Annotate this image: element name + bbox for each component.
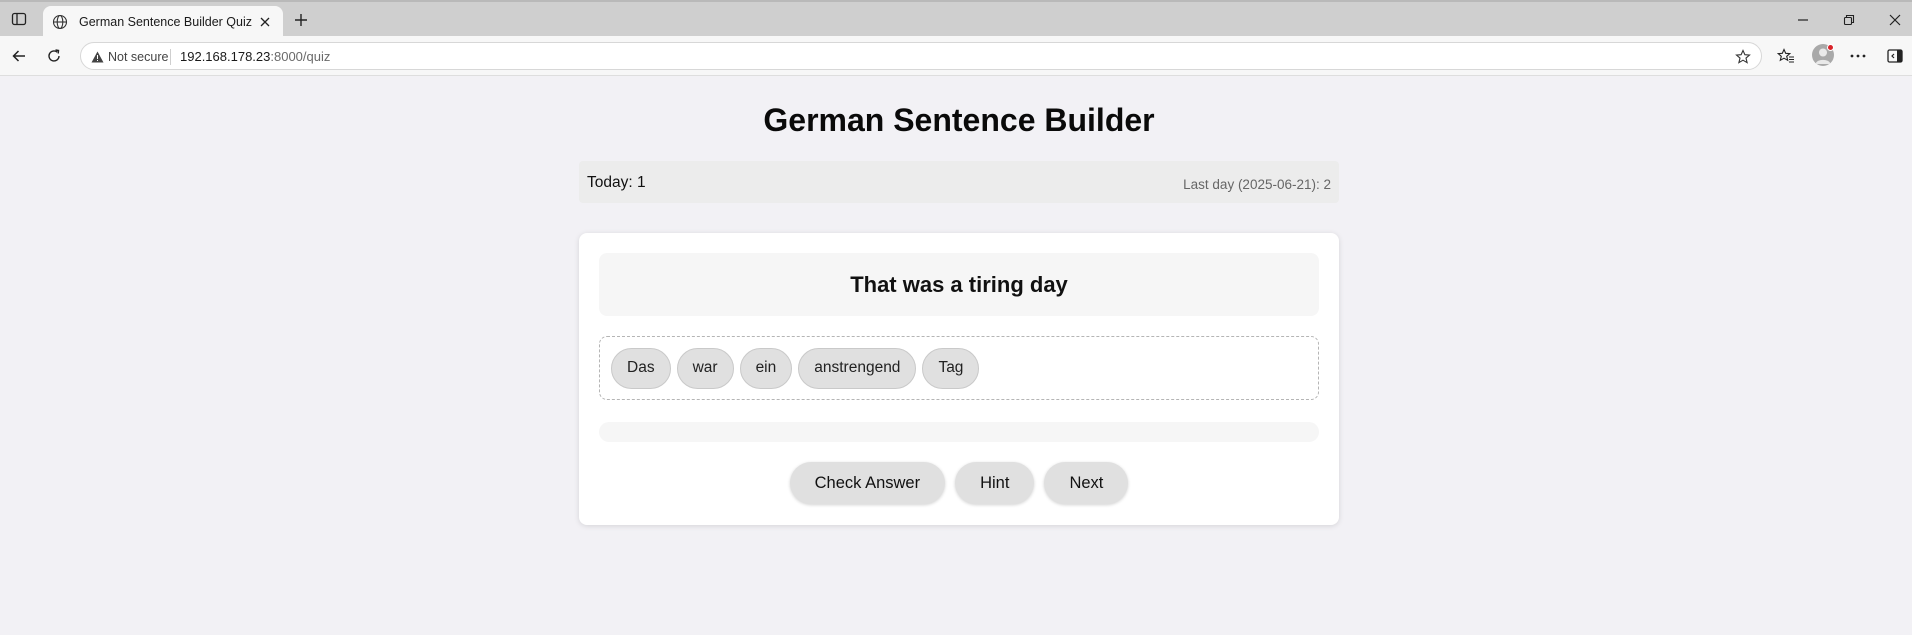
word-chip[interactable]: Das [611,347,671,389]
url-text[interactable]: 192.168.178.23:8000/quiz [180,49,330,64]
next-button[interactable]: Next [1044,462,1129,504]
more-options-icon[interactable] [1847,45,1869,67]
minimize-icon[interactable] [1791,9,1815,31]
word-chip[interactable]: war [676,347,734,389]
feedback-area [599,422,1319,442]
action-buttons: Check Answer Hint Next [579,462,1339,504]
quiz-card: That was a tiring day Das war ein anstre… [579,233,1339,525]
tab-title: German Sentence Builder Quiz [79,15,253,29]
close-window-icon[interactable] [1883,9,1907,31]
favorite-star-icon[interactable] [1733,47,1753,67]
notification-dot [1827,44,1834,51]
word-chip[interactable]: Tag [922,347,980,389]
active-tab[interactable]: German Sentence Builder Quiz [43,6,283,38]
sidebar-toggle-icon[interactable] [8,8,30,30]
sidebar-panel-icon[interactable] [1884,45,1906,67]
url-path: :8000/quiz [270,49,331,64]
favorites-icon[interactable] [1775,45,1797,67]
word-drop-area[interactable]: Das war ein anstrengend Tag [599,336,1319,400]
today-count: Today: 1 [587,174,646,191]
prompt-box: That was a tiring day [599,253,1319,316]
back-arrow-icon[interactable] [8,45,30,67]
page-title: German Sentence Builder [763,102,1155,138]
restore-icon[interactable] [1837,9,1861,31]
check-answer-button[interactable]: Check Answer [789,462,946,504]
new-tab-icon[interactable] [290,9,312,31]
security-label[interactable]: Not secure [108,50,168,64]
browser-toolbar: Not secure 192.168.178.23:8000/quiz [0,36,1912,76]
url-host: 192.168.178.23 [180,49,271,64]
browser-tab-bar: German Sentence Builder Quiz [0,0,1912,38]
english-prompt: That was a tiring day [850,271,1068,297]
stats-bar: Today: 1 Last day (2025-06-21): 2 [579,161,1339,203]
reload-icon[interactable] [43,45,65,67]
word-chip[interactable]: anstrengend [798,347,917,389]
hint-button[interactable]: Hint [955,462,1035,504]
close-tab-icon[interactable] [255,12,275,32]
globe-icon [51,13,69,31]
warning-icon[interactable] [89,49,105,65]
address-separator [170,49,171,65]
last-day-count: Last day (2025-06-21): 2 [1183,177,1331,192]
address-bar[interactable]: Not secure 192.168.178.23:8000/quiz [80,42,1762,70]
word-chip[interactable]: ein [739,347,793,389]
